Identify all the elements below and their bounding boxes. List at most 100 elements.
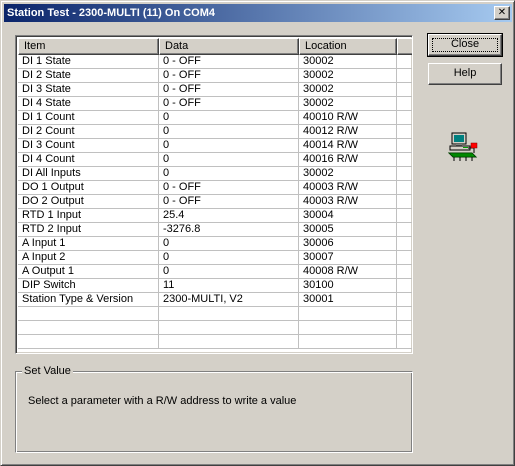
empty-row <box>18 307 412 321</box>
cell-location: 30002 <box>299 167 397 180</box>
cell-data: 0 <box>159 167 299 180</box>
empty-cell <box>18 307 159 320</box>
cell-location: 40010 R/W <box>299 111 397 124</box>
table-row[interactable]: DI 4 Count 0 40016 R/W <box>18 153 412 167</box>
table-row[interactable]: DI 1 State 0 - OFF 30002 <box>18 55 412 69</box>
cell-spacer <box>397 293 412 306</box>
cell-item: DO 1 Output <box>18 181 159 194</box>
empty-row <box>18 335 412 349</box>
table-row[interactable]: DO 1 Output 0 - OFF 40003 R/W <box>18 181 412 195</box>
list-rows: DI 1 State 0 - OFF 30002 DI 2 State 0 - OFF 3… <box>18 55 412 349</box>
table-row[interactable]: DI 4 State 0 - OFF 30002 <box>18 97 412 111</box>
cell-spacer <box>397 97 412 110</box>
empty-cell <box>18 335 159 348</box>
cell-data: 0 <box>159 111 299 124</box>
empty-cell <box>397 321 412 334</box>
title-close-icon[interactable]: ✕ <box>494 6 510 20</box>
cell-spacer <box>397 83 412 96</box>
empty-cell <box>159 335 299 348</box>
cell-spacer <box>397 237 412 250</box>
cell-location: 30002 <box>299 55 397 68</box>
cell-spacer <box>397 111 412 124</box>
cell-spacer <box>397 139 412 152</box>
cell-data: 11 <box>159 279 299 292</box>
cell-spacer <box>397 125 412 138</box>
cell-data: 0 - OFF <box>159 83 299 96</box>
cell-spacer <box>397 153 412 166</box>
empty-cell <box>397 307 412 320</box>
cell-data: 0 <box>159 125 299 138</box>
set-value-message: Select a parameter with a R/W address to… <box>28 395 297 407</box>
cell-data: 0 <box>159 251 299 264</box>
table-row[interactable]: A Input 2 0 30007 <box>18 251 412 265</box>
empty-cell <box>18 321 159 334</box>
table-row[interactable]: DI 3 Count 0 40014 R/W <box>18 139 412 153</box>
cell-item: A Input 1 <box>18 237 159 250</box>
cell-data: 25.4 <box>159 209 299 222</box>
table-row[interactable]: DI All Inputs 0 30002 <box>18 167 412 181</box>
cell-item: DI 2 State <box>18 69 159 82</box>
list-header: Item Data Location <box>18 38 412 55</box>
cell-item: A Input 2 <box>18 251 159 264</box>
cell-spacer <box>397 209 412 222</box>
table-row[interactable]: DI 1 Count 0 40010 R/W <box>18 111 412 125</box>
empty-cell <box>159 321 299 334</box>
cell-data: 0 <box>159 139 299 152</box>
table-row[interactable]: A Input 1 0 30006 <box>18 237 412 251</box>
cell-data: 0 - OFF <box>159 97 299 110</box>
table-row[interactable]: Station Type & Version 2300-MULTI, V2 3000… <box>18 293 412 307</box>
cell-item: RTD 1 Input <box>18 209 159 222</box>
title-bar[interactable]: Station Test - 2300-MULTI (11) On COM4 ✕ <box>4 4 512 22</box>
cell-location: 40014 R/W <box>299 139 397 152</box>
empty-cell <box>397 335 412 348</box>
cell-spacer <box>397 223 412 236</box>
cell-spacer <box>397 55 412 68</box>
cell-location: 40016 R/W <box>299 153 397 166</box>
computer-network-icon <box>448 132 478 161</box>
cell-location: 40003 R/W <box>299 195 397 208</box>
table-row[interactable]: RTD 2 Input -3276.8 30005 <box>18 223 412 237</box>
empty-cell <box>299 335 397 348</box>
table-row[interactable]: DI 3 State 0 - OFF 30002 <box>18 83 412 97</box>
cell-spacer <box>397 195 412 208</box>
empty-cell <box>299 307 397 320</box>
table-row[interactable]: DI 2 Count 0 40012 R/W <box>18 125 412 139</box>
station-test-window: Station Test - 2300-MULTI (11) On COM4 ✕… <box>0 0 515 466</box>
cell-spacer <box>397 181 412 194</box>
cell-data: 0 <box>159 237 299 250</box>
empty-cell <box>299 321 397 334</box>
station-data-list[interactable]: Item Data Location DI 1 State 0 - OFF 3000… <box>15 35 413 354</box>
column-header-data[interactable]: Data <box>159 38 299 55</box>
cell-location: 30007 <box>299 251 397 264</box>
table-row[interactable]: DIP Switch 11 30100 <box>18 279 412 293</box>
cell-spacer <box>397 69 412 82</box>
cell-item: Station Type & Version <box>18 293 159 306</box>
table-row[interactable]: DI 2 State 0 - OFF 30002 <box>18 69 412 83</box>
table-row[interactable]: DO 2 Output 0 - OFF 40003 R/W <box>18 195 412 209</box>
cell-location: 30004 <box>299 209 397 222</box>
cell-data: 0 <box>159 153 299 166</box>
cell-spacer <box>397 251 412 264</box>
cell-item: DI 3 State <box>18 83 159 96</box>
column-header-item[interactable]: Item <box>18 38 159 55</box>
cell-spacer <box>397 167 412 180</box>
empty-cell <box>159 307 299 320</box>
cell-data: -3276.8 <box>159 223 299 236</box>
close-button[interactable]: Close <box>427 33 503 57</box>
cell-item: DIP Switch <box>18 279 159 292</box>
cell-data: 0 <box>159 265 299 278</box>
cell-data: 0 - OFF <box>159 181 299 194</box>
cell-item: DI 1 State <box>18 55 159 68</box>
table-row[interactable]: RTD 1 Input 25.4 30004 <box>18 209 412 223</box>
cell-location: 30001 <box>299 293 397 306</box>
cell-location: 40003 R/W <box>299 181 397 194</box>
cell-item: DI 2 Count <box>18 125 159 138</box>
cell-data: 0 - OFF <box>159 195 299 208</box>
column-header-spacer <box>397 38 412 55</box>
help-button[interactable]: Help <box>428 63 502 85</box>
window-title: Station Test - 2300-MULTI (11) On COM4 <box>7 7 216 19</box>
cell-item: RTD 2 Input <box>18 223 159 236</box>
table-row[interactable]: A Output 1 0 40008 R/W <box>18 265 412 279</box>
cell-item: DI 3 Count <box>18 139 159 152</box>
column-header-location[interactable]: Location <box>299 38 397 55</box>
